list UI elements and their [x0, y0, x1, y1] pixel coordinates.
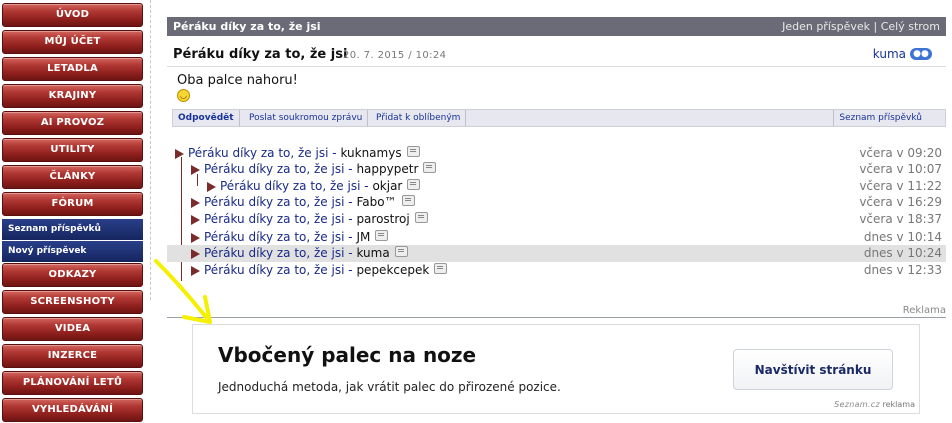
thread-author: parostroj — [356, 212, 410, 226]
thread-subject: Péráku díky za to, že jsi — [204, 162, 345, 176]
ad-separator — [167, 317, 946, 318]
thread-author: Fabo™ — [356, 195, 397, 209]
thread-time: dnes v 12:33 — [863, 263, 942, 277]
nav-forum-list[interactable]: Seznam příspěvků — [2, 219, 143, 240]
thread-author: kuknamys — [340, 146, 402, 160]
add-favorite-button[interactable]: Přidat k oblíbeným — [371, 110, 467, 126]
thread-author: okjar — [372, 179, 403, 193]
post-view-links[interactable]: Jeden příspěvek | Celý strom — [782, 17, 940, 36]
thread-arrow-icon — [175, 149, 184, 159]
post-body: Oba palce nahoru! — [177, 73, 298, 88]
nav-ai-provoz[interactable]: AI PROVOZ — [2, 111, 143, 135]
ad-label: Reklama — [902, 305, 946, 316]
message-icon — [414, 212, 428, 223]
message-icon — [401, 195, 415, 206]
nav-muj-ucet[interactable]: MŮJ ÚČET — [2, 30, 143, 54]
post-date: 20. 7. 2015 / 10:24 — [343, 50, 447, 61]
thread-subject: Péráku díky za to, že jsi — [204, 195, 345, 209]
thread-time: dnes v 10:14 — [863, 230, 942, 244]
thread-arrow-icon — [191, 165, 200, 175]
message-icon — [406, 146, 420, 157]
thread-time: včera v 11:22 — [859, 179, 942, 193]
message-icon — [407, 179, 421, 190]
message-icon — [423, 162, 437, 173]
thread-time: včera v 10:07 — [859, 162, 942, 176]
thread-subject: Péráku díky za to, že jsi — [220, 179, 361, 193]
nav-clanky[interactable]: ČLÁNKY — [2, 165, 143, 189]
thread-row: Péráku díky za to, že jsi - Fabo™ včera … — [167, 194, 946, 211]
nav-inzerce[interactable]: INZERCE — [2, 344, 143, 368]
ad-brand: Seznam.cz — [834, 400, 880, 409]
nav-utility[interactable]: UTILITY — [2, 138, 143, 162]
thread-author: pepekcepek — [356, 263, 430, 277]
thread-subject: Péráku díky za to, že jsi — [204, 246, 345, 260]
smiley-icon: ◡ — [177, 89, 190, 102]
annotation-arrow-icon — [154, 259, 212, 324]
thread-arrow-icon — [191, 215, 200, 225]
thread-time: včera v 16:29 — [859, 195, 942, 209]
thread-link[interactable]: Péráku díky za to, že jsi - happypetr — [204, 161, 437, 178]
ad-footer-label: reklama — [882, 400, 916, 409]
thread-row: Péráku díky za to, že jsi - pepekcepek d… — [167, 262, 946, 279]
thread-arrow-icon — [191, 233, 200, 243]
nav-odkazy[interactable]: ODKAZY — [2, 263, 143, 287]
ad-visit-button[interactable]: Navštívit stránku — [733, 349, 893, 390]
ad-text: Jednoduchá metoda, jak vrátit palec do p… — [218, 380, 561, 394]
thread-subject: Péráku díky za to, že jsi — [204, 230, 345, 244]
thread-subject: Péráku díky za to, že jsi — [188, 146, 329, 160]
ad-title[interactable]: Vbočený palec na noze — [218, 343, 476, 367]
ad-footer: Seznam.cz reklama — [834, 400, 915, 409]
post-header-bar: Péráku díky za to, že jsi Jeden příspěve… — [167, 17, 946, 36]
reply-button[interactable]: Odpovědět — [173, 110, 240, 126]
message-icon — [394, 246, 408, 257]
nav-forum-new[interactable]: Nový příspěvek — [2, 241, 143, 262]
post-header-title: Péráku díky za to, že jsi — [173, 20, 321, 33]
thread-link[interactable]: Péráku díky za to, že jsi - kuma — [204, 245, 408, 262]
sidebar-nav: ÚVOD MŮJ ÚČET LETADLA KRAJINY AI PROVOZ … — [0, 0, 145, 423]
nav-uvod[interactable]: ÚVOD — [2, 3, 143, 27]
nav-screenshoty[interactable]: SCREENSHOTY — [2, 290, 143, 314]
nav-planovani[interactable]: PLÁNOVÁNÍ LETŮ — [2, 371, 143, 395]
thread-link[interactable]: Péráku díky za to, že jsi - Fabo™ — [204, 194, 415, 211]
thread-row: Péráku díky za to, že jsi - kuknamys vče… — [167, 145, 946, 162]
message-icon — [375, 230, 389, 241]
thread-row: Péráku díky za to, že jsi - happypetr vč… — [167, 161, 946, 178]
thread-link[interactable]: Péráku díky za to, že jsi - parostroj — [204, 211, 428, 228]
thread-author: kuma — [356, 246, 390, 260]
nav-forum[interactable]: FÓRUM — [2, 192, 143, 216]
thread-row-current: Péráku díky za to, že jsi - kuma dnes v … — [167, 245, 946, 262]
private-message-button[interactable]: Poslat soukromou zprávu — [244, 110, 369, 126]
post-action-bar: Odpovědět Poslat soukromou zprávu Přidat… — [172, 109, 946, 127]
user-profile-icon[interactable]: ●● — [910, 48, 932, 60]
nav-krajiny[interactable]: KRAJINY — [2, 84, 143, 108]
nav-vyhledavani[interactable]: VYHLEDÁVÁNÍ — [2, 398, 143, 422]
nav-letadla[interactable]: LETADLA — [2, 57, 143, 81]
thread-row: Péráku díky za to, že jsi - okjar včera … — [167, 178, 946, 195]
thread-row: Péráku díky za to, že jsi - parostroj vč… — [167, 211, 946, 228]
thread-link[interactable]: Péráku díky za to, že jsi - pepekcepek — [204, 262, 448, 279]
post-title: Péráku díky za to, že jsi — [173, 47, 348, 62]
thread-row: Péráku díky za to, že jsi - JM dnes v 10… — [167, 229, 946, 246]
thread-subject: Péráku díky za to, že jsi — [204, 263, 345, 277]
thread-author: happypetr — [356, 162, 419, 176]
ad-box[interactable]: Vbočený palec na noze Jednoduchá metoda,… — [192, 324, 920, 414]
thread-link[interactable]: Péráku díky za to, že jsi - JM — [204, 229, 389, 246]
thread-time: včera v 18:37 — [859, 212, 942, 226]
thread-link[interactable]: Péráku díky za to, že jsi - okjar — [220, 178, 421, 195]
thread-time: včera v 09:20 — [859, 146, 942, 160]
thread-link[interactable]: Péráku díky za to, že jsi - kuknamys — [188, 145, 420, 162]
thread-subject: Péráku díky za to, že jsi — [204, 212, 345, 226]
thread-arrow-icon — [207, 182, 216, 192]
message-icon — [434, 263, 448, 274]
thread-arrow-icon — [191, 198, 200, 208]
nav-videa[interactable]: VIDEA — [2, 317, 143, 341]
thread-time: dnes v 10:24 — [863, 246, 942, 260]
post-list-button[interactable]: Seznam příspěvků — [833, 110, 927, 126]
thread-author: JM — [356, 230, 371, 244]
post-author-link[interactable]: kuma — [873, 47, 906, 61]
post-meta-row: Péráku díky za to, že jsi 20. 7. 2015 / … — [167, 44, 946, 67]
